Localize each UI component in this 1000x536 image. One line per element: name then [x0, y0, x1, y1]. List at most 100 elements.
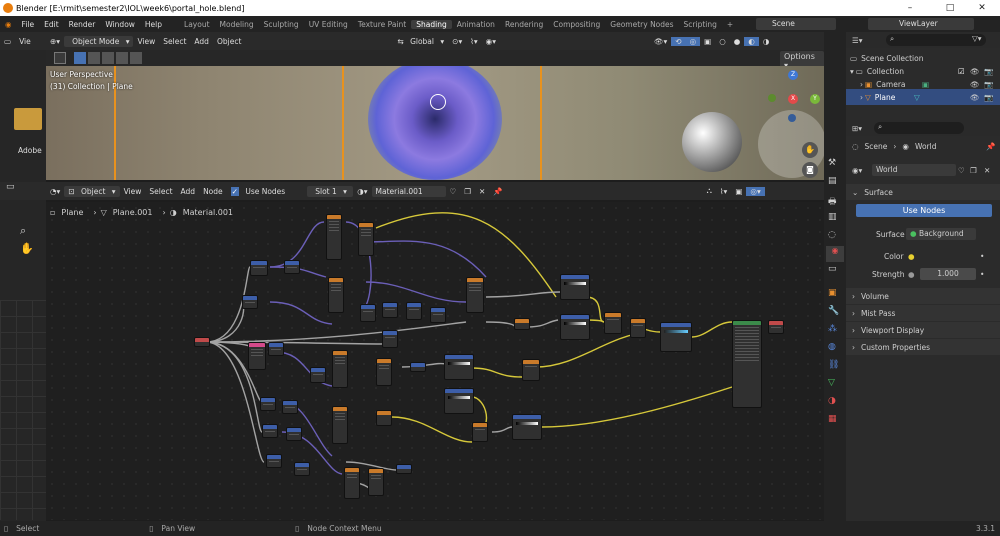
node-select-menu[interactable]: Select [145, 187, 176, 196]
transform-orientation[interactable]: ⇆ Global ▾ [393, 37, 448, 46]
world-name-field[interactable]: World [872, 164, 956, 176]
pivot-icon[interactable]: ⊙▾ [448, 37, 466, 46]
tab-compositing[interactable]: Compositing [548, 20, 605, 29]
pin-icon[interactable]: 📌 [489, 187, 506, 196]
world-tab-icon[interactable]: ◉ [826, 246, 844, 262]
mapping-node[interactable] [268, 342, 284, 356]
overlay-toggle-icon[interactable]: ◎ [685, 36, 701, 46]
noise-texture-node[interactable] [368, 468, 384, 496]
editor-type-icon[interactable]: ⊕▾ [46, 37, 64, 46]
viewport-select-menu[interactable]: Select [159, 37, 190, 46]
shading-material-icon[interactable]: ◐ [744, 36, 759, 46]
menu-help[interactable]: Help [140, 20, 167, 29]
mix-node[interactable] [630, 318, 646, 338]
overlay-icon[interactable]: ⛬ [703, 186, 716, 196]
tool-tab-icon[interactable]: ⚒ [828, 158, 836, 168]
noise-texture-node[interactable] [328, 277, 344, 313]
mapping-node[interactable] [266, 454, 282, 468]
select-mode-intersect-icon[interactable] [130, 52, 142, 64]
unlink-icon[interactable]: ✕ [984, 166, 990, 175]
shading-rendered-icon[interactable]: ◑ [759, 37, 774, 46]
file-browser-view-menu[interactable]: Vie [15, 37, 35, 46]
color-ramp-node[interactable] [376, 358, 392, 386]
scene-tab-icon[interactable]: ◌ [828, 230, 836, 240]
math-node[interactable] [430, 307, 446, 323]
shading-solid-icon[interactable]: ● [730, 37, 745, 46]
gizmo-z-axis[interactable]: Z [788, 70, 798, 80]
volume-panel-header[interactable]: › Volume [846, 288, 1000, 304]
zoom-icon[interactable]: ⌕ [20, 224, 26, 238]
select-mode-extend-icon[interactable] [88, 52, 100, 64]
noise-texture-node[interactable] [466, 277, 484, 313]
snap-node-icon[interactable]: ⌇▾ [716, 187, 731, 196]
material-browse-icon[interactable]: ◑▾ [353, 187, 371, 196]
collection-tab-icon[interactable]: ▭ [828, 264, 837, 274]
3d-viewport[interactable]: Z X Y ✋ ◙ User Perspective (31) Collecti… [46, 66, 824, 180]
image-editor-icon[interactable]: ▭ [0, 182, 15, 192]
mix-node[interactable] [604, 312, 622, 334]
mix-node[interactable] [514, 318, 530, 330]
render-visibility-icon[interactable]: 📷 [984, 67, 993, 76]
camera-view-icon[interactable]: ◙ [802, 162, 818, 178]
xray-icon[interactable]: ▣ [700, 37, 715, 46]
material-output-node[interactable] [768, 320, 784, 334]
mix-node[interactable] [472, 422, 488, 442]
proportional-edit-icon[interactable]: ◉▾ [482, 37, 500, 46]
noise-texture-node[interactable] [358, 222, 374, 256]
hide-viewport-icon[interactable]: 👁 [970, 67, 980, 76]
render-tab-icon[interactable]: ▤ [828, 176, 837, 186]
math-node[interactable] [376, 410, 392, 426]
output-tab-icon[interactable]: 🖶 [828, 194, 837, 210]
folder-icon[interactable] [14, 108, 42, 130]
math-node[interactable] [382, 330, 398, 348]
strength-input[interactable]: 1.000 [920, 268, 976, 280]
view-layer-tab-icon[interactable]: ▥ [828, 212, 837, 222]
hide-viewport-icon[interactable]: 👁 [970, 80, 980, 89]
viewport-view-menu[interactable]: View [133, 37, 159, 46]
tab-animation[interactable]: Animation [452, 20, 500, 29]
principled-bsdf-node[interactable] [732, 320, 762, 408]
keyframe-dot[interactable]: • [980, 270, 984, 279]
render-visibility-icon[interactable]: 📷 [984, 93, 993, 102]
fake-user-icon[interactable]: ♡ [446, 187, 461, 196]
node-editor-canvas[interactable]: ▫ Plane › ▽ Plane.001 › ◑ Material.001 [46, 202, 824, 520]
modifier-tab-icon[interactable]: 🔧 [828, 306, 839, 316]
noise-texture-node[interactable] [332, 406, 348, 444]
math-node[interactable] [382, 302, 398, 318]
shading-wire-icon[interactable]: ○ [715, 37, 730, 46]
unlink-material-icon[interactable]: ✕ [475, 187, 489, 196]
outliner-plane-row[interactable]: › ▽ Plane ▽ 👁 📷 [846, 89, 1000, 105]
gizmo-neg-y-axis[interactable] [768, 94, 776, 102]
menu-window[interactable]: Window [100, 20, 140, 29]
texture-tab-icon[interactable]: ▦ [828, 414, 837, 424]
expand-icon[interactable]: › [846, 93, 863, 102]
tab-modeling[interactable]: Modeling [215, 20, 259, 29]
math-node[interactable] [396, 464, 412, 474]
maximize-button[interactable]: □ [932, 0, 968, 16]
3d-cursor-icon[interactable] [430, 94, 446, 110]
tab-uv-editing[interactable]: UV Editing [304, 20, 353, 29]
outliner-editor-icon[interactable]: ☰▾ [846, 36, 869, 45]
slot-selector[interactable]: Slot 1 ▾ [307, 185, 354, 197]
select-mode-invert-icon[interactable] [116, 52, 128, 64]
color-ramp-node[interactable] [444, 354, 474, 380]
tab-scripting[interactable]: Scripting [679, 20, 722, 29]
custom-properties-panel-header[interactable]: › Custom Properties [846, 339, 1000, 355]
tab-geometry-nodes[interactable]: Geometry Nodes [605, 20, 678, 29]
fake-user-icon[interactable]: ♡ [958, 166, 965, 175]
physics-tab-icon[interactable]: ◍ [828, 342, 836, 352]
node-node-menu[interactable]: Node [199, 187, 227, 196]
math-node[interactable] [410, 362, 426, 372]
viewport-object-menu[interactable]: Object [213, 37, 245, 46]
strength-socket-icon[interactable]: ● [908, 270, 915, 279]
mix-node[interactable] [522, 359, 540, 381]
noise-texture-node[interactable] [326, 214, 342, 260]
world-browse-icon[interactable]: ◉▾ [846, 166, 862, 175]
portal-hole-object[interactable] [368, 66, 502, 180]
color-ramp-node[interactable] [660, 322, 692, 352]
use-nodes-checkbox[interactable]: ✓ Use Nodes [227, 186, 294, 196]
expand-icon[interactable]: › [846, 80, 863, 89]
mapping-node[interactable] [262, 424, 278, 438]
material-tab-icon[interactable]: ◑ [828, 396, 836, 406]
tab-sculpting[interactable]: Sculpting [259, 20, 304, 29]
